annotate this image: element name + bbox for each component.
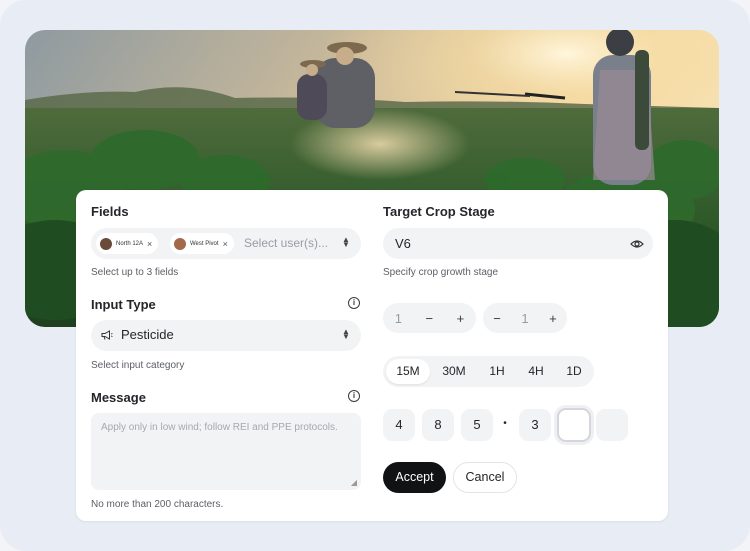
field-chip[interactable]: North 12A ×	[96, 233, 159, 254]
interval-option-1h[interactable]: 1H	[479, 359, 515, 384]
message-label: Message	[91, 390, 146, 405]
code-digit-input[interactable]	[557, 408, 591, 442]
close-icon[interactable]: ×	[147, 239, 152, 249]
input-type-label: Input Type	[91, 297, 156, 312]
number-stepper[interactable]: 1 − +	[383, 303, 476, 333]
code-digit-input[interactable]	[596, 409, 628, 441]
fields-select[interactable]: North 12A × West Pivot × Select user(s).…	[91, 228, 361, 259]
fields-label: Fields	[91, 204, 129, 219]
stepper-value: 1	[521, 310, 529, 326]
code-digit-input[interactable]: 3	[519, 409, 551, 441]
code-digit-input[interactable]: 4	[383, 409, 415, 441]
interval-option-30m[interactable]: 30M	[433, 359, 475, 384]
minus-button[interactable]: −	[426, 311, 434, 326]
target-crop-stage-input[interactable]: V6	[383, 228, 653, 259]
accept-button[interactable]: Accept	[383, 462, 446, 493]
cancel-button[interactable]: Cancel	[453, 462, 517, 493]
minus-button[interactable]: −	[493, 311, 501, 326]
message-placeholder: Apply only in low wind; follow REI and P…	[101, 422, 338, 433]
input-type-value: Pesticide	[121, 327, 174, 342]
info-icon[interactable]: i	[348, 390, 360, 402]
field-chip-label: West Pivot	[190, 240, 219, 247]
plus-button[interactable]: +	[457, 311, 465, 326]
interval-option-15m[interactable]: 15M	[386, 359, 430, 384]
resize-handle-icon[interactable]: ◢	[351, 478, 357, 487]
code-digit-input[interactable]: 5	[461, 409, 493, 441]
input-type-select[interactable]: Pesticide ▲ ▼	[91, 320, 361, 351]
target-crop-stage-hint: Specify crop growth stage	[383, 267, 499, 278]
field-chip-label: North 12A	[116, 240, 144, 247]
input-type-hint: Select input category	[91, 360, 185, 371]
plus-button[interactable]: +	[549, 311, 557, 326]
avatar	[174, 237, 186, 250]
target-crop-stage-value: V6	[395, 236, 411, 251]
chevron-up-down-icon: ▲ ▼	[342, 235, 350, 249]
target-crop-stage-label: Target Crop Stage	[383, 204, 495, 219]
message-hint: No more than 200 characters.	[91, 499, 224, 510]
close-icon[interactable]: ×	[223, 239, 228, 249]
stepper-value: 1	[394, 310, 402, 326]
avatar	[100, 237, 112, 250]
fields-placeholder: Select user(s)...	[244, 236, 329, 250]
code-digit-input[interactable]: 8	[422, 409, 454, 441]
number-stepper[interactable]: − 1 +	[483, 303, 567, 333]
eye-icon[interactable]	[630, 237, 644, 249]
megaphone-icon	[101, 328, 113, 340]
interval-segmented-control: 15M 30M 1H 4H 1D	[383, 356, 594, 387]
field-chip[interactable]: West Pivot ×	[170, 233, 234, 254]
info-icon[interactable]: i	[348, 297, 360, 309]
interval-option-1d[interactable]: 1D	[557, 359, 591, 384]
fields-hint: Select up to 3 fields	[91, 267, 179, 278]
interval-option-4h[interactable]: 4H	[518, 359, 554, 384]
code-separator: •	[503, 418, 507, 429]
message-textarea[interactable]: Apply only in low wind; follow REI and P…	[91, 413, 361, 490]
chevron-up-down-icon: ▲ ▼	[342, 327, 350, 341]
